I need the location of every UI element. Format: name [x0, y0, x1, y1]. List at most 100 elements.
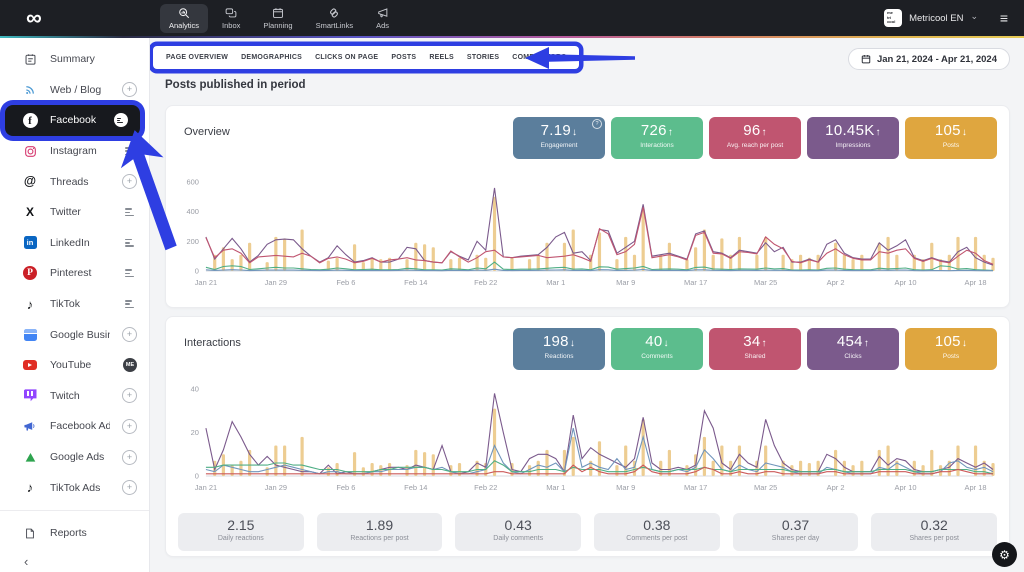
sidebar-item-pinterest[interactable]: PPinterest — [0, 258, 149, 289]
svg-text:Apr 2: Apr 2 — [827, 483, 845, 492]
stat-label: Shares per day — [733, 535, 859, 542]
metric-card-reactions[interactable]: 198↓Reactions — [513, 328, 605, 370]
metric-card-avg-reach-per-post[interactable]: 96↑Avg. reach per post — [709, 117, 801, 159]
metric-card-clicks[interactable]: 454↑Clicks — [807, 328, 899, 370]
sidebar-item-youtube[interactable]: YouTubeME — [0, 350, 149, 381]
interactions-chart[interactable]: 02040Jan 21Jan 29Feb 6Feb 14Feb 22Mar 1M… — [176, 375, 999, 505]
tiktok-ads-icon: ♪ — [22, 481, 38, 494]
tiktok-icon: ♪ — [22, 298, 38, 311]
metric-value: 105↓ — [905, 333, 997, 352]
sidebar-item-label: Twitter — [50, 206, 113, 218]
add-connection-icon[interactable]: + — [122, 82, 137, 97]
tab-competitors[interactable]: COMPETITORS — [512, 54, 566, 61]
stat-card-daily-comments[interactable]: 0.43Daily comments — [455, 513, 581, 551]
sidebar-item-reports[interactable]: Reports — [0, 518, 149, 549]
sidebar-item-twitter[interactable]: XTwitter — [0, 197, 149, 228]
overview-chart[interactable]: 0200400600Jan 21Jan 29Feb 6Feb 14Feb 22M… — [176, 168, 999, 300]
metric-value: 454↑ — [807, 333, 899, 352]
sidebar-item-threads[interactable]: @Threads+ — [0, 166, 149, 197]
sidebar-item-label: Reports — [50, 527, 137, 539]
svg-text:Apr 2: Apr 2 — [827, 278, 845, 287]
add-connection-icon[interactable]: + — [122, 327, 137, 342]
svg-text:Apr 10: Apr 10 — [895, 278, 917, 287]
sidebar-item-label: Twitch — [50, 390, 110, 402]
metric-label: Posts — [905, 353, 997, 360]
sidebar-item-google-business[interactable]: Google Business ...+ — [0, 319, 149, 350]
tab-posts[interactable]: POSTS — [391, 54, 416, 61]
sidebar-item-instagram[interactable]: Instagram — [0, 136, 149, 167]
metric-label: Impressions — [807, 142, 899, 149]
svg-text:Apr 18: Apr 18 — [965, 278, 987, 287]
sidebar-item-facebook-ads[interactable]: Facebook Ads+ — [0, 411, 149, 442]
sidebar-item-twitch[interactable]: Twitch + — [0, 381, 149, 412]
pinterest-icon: P — [22, 266, 38, 280]
top-nav-ads[interactable]: Ads — [367, 4, 398, 33]
sidebar-item-linkedin[interactable]: inLinkedIn — [0, 228, 149, 259]
metric-card-impressions[interactable]: 10.45K↑Impressions — [807, 117, 899, 159]
trend-down-icon: ↓ — [570, 338, 575, 349]
stat-label: Daily reactions — [178, 535, 304, 542]
add-connection-icon[interactable]: + — [122, 450, 137, 465]
sidebar-item-web-blog[interactable]: Web / Blog+ — [0, 75, 149, 106]
sidebar-collapse-button[interactable]: ‹ — [24, 554, 28, 569]
metric-card-engagement[interactable]: 7.19↓Engagement? — [513, 117, 605, 159]
metric-label: Posts — [905, 142, 997, 149]
top-nav: AnalyticsInboxPlanningSmartLinksAds — [160, 0, 398, 36]
profile-badge — [125, 299, 137, 309]
stat-card-shares-per-day[interactable]: 0.37 Shares per day — [733, 513, 859, 551]
add-connection-icon[interactable]: + — [122, 388, 137, 403]
add-connection-icon[interactable]: + — [122, 419, 137, 434]
sidebar-item-tiktok-ads[interactable]: ♪TikTok Ads+ — [0, 472, 149, 503]
settings-gear-button[interactable]: ⚙ — [992, 542, 1017, 567]
metricool-logo-icon[interactable]: ∞ — [26, 0, 42, 36]
hamburger-menu-icon[interactable]: ≡ — [1000, 0, 1008, 36]
metric-card-comments[interactable]: 40↓Comments — [611, 328, 703, 370]
sidebar-item-label: Summary — [50, 53, 137, 65]
stat-label: Comments per post — [594, 535, 720, 542]
stat-value: 2.15 — [178, 517, 304, 533]
svg-text:Mar 25: Mar 25 — [754, 483, 777, 492]
metric-value: 40↓ — [611, 333, 703, 352]
date-range-picker[interactable]: Jan 21, 2024 - Apr 21, 2024 — [848, 48, 1010, 70]
sidebar-item-facebook[interactable]: fFacebook — [5, 105, 140, 136]
top-nav-inbox[interactable]: Inbox — [213, 4, 249, 33]
profile-badge — [125, 207, 137, 217]
sidebar-item-google-ads[interactable]: Google Ads+ — [0, 442, 149, 473]
stat-value: 0.38 — [594, 517, 720, 533]
add-connection-icon[interactable]: + — [122, 480, 137, 495]
instagram-icon — [22, 145, 38, 158]
sidebar-item-label: Threads — [50, 176, 110, 188]
metric-card-interactions[interactable]: 726↑Interactions — [611, 117, 703, 159]
stat-card-reactions-per-post[interactable]: 1.89Reactions per post — [317, 513, 443, 551]
trend-up-icon: ↑ — [761, 127, 766, 138]
svg-text:Feb 6: Feb 6 — [336, 483, 355, 492]
interactions-metric-cards: 198↓Reactions40↓Comments34↑Shared454↑Cli… — [513, 328, 997, 370]
top-nav-planning[interactable]: Planning — [254, 4, 301, 33]
analytics-icon — [178, 7, 190, 19]
profile-badge — [125, 238, 137, 248]
stat-card-shares-per-post[interactable]: 0.32Shares per post — [871, 513, 997, 551]
metric-card-posts[interactable]: 105↓Posts — [905, 117, 997, 159]
account-menu[interactable]: metricool Metricool EN ⌄ — [884, 0, 978, 36]
sidebar-item-tiktok[interactable]: ♪TikTok — [0, 289, 149, 320]
tab-reels[interactable]: REELS — [429, 54, 454, 61]
metric-card-shared[interactable]: 34↑Shared — [709, 328, 801, 370]
tab-stories[interactable]: STORIES — [467, 54, 499, 61]
stat-card-comments-per-post[interactable]: 0.38 Comments per post — [594, 513, 720, 551]
top-nav-smartlinks[interactable]: SmartLinks — [307, 4, 363, 33]
metric-card-posts[interactable]: 105↓Posts — [905, 328, 997, 370]
top-nav-analytics[interactable]: Analytics — [160, 4, 208, 33]
tab-page-overview[interactable]: PAGE OVERVIEW — [166, 54, 228, 61]
tab-clicks-on-page[interactable]: CLICKS ON PAGE — [315, 54, 378, 61]
add-connection-icon[interactable]: + — [122, 174, 137, 189]
metric-value: 10.45K↑ — [807, 122, 899, 141]
ads-icon — [377, 7, 389, 19]
tab-demographics[interactable]: DEMOGRAPHICS — [241, 54, 302, 61]
stat-card-daily-reactions[interactable]: 2.15 Daily reactions — [178, 513, 304, 551]
info-icon[interactable]: ? — [592, 119, 602, 129]
overview-section-title: Overview — [184, 126, 230, 138]
metric-value: 198↓ — [513, 333, 605, 352]
metric-value: 96↑ — [709, 122, 801, 141]
sidebar-item-summary[interactable]: Summary — [0, 44, 149, 75]
stat-value: 0.37 — [733, 517, 859, 533]
